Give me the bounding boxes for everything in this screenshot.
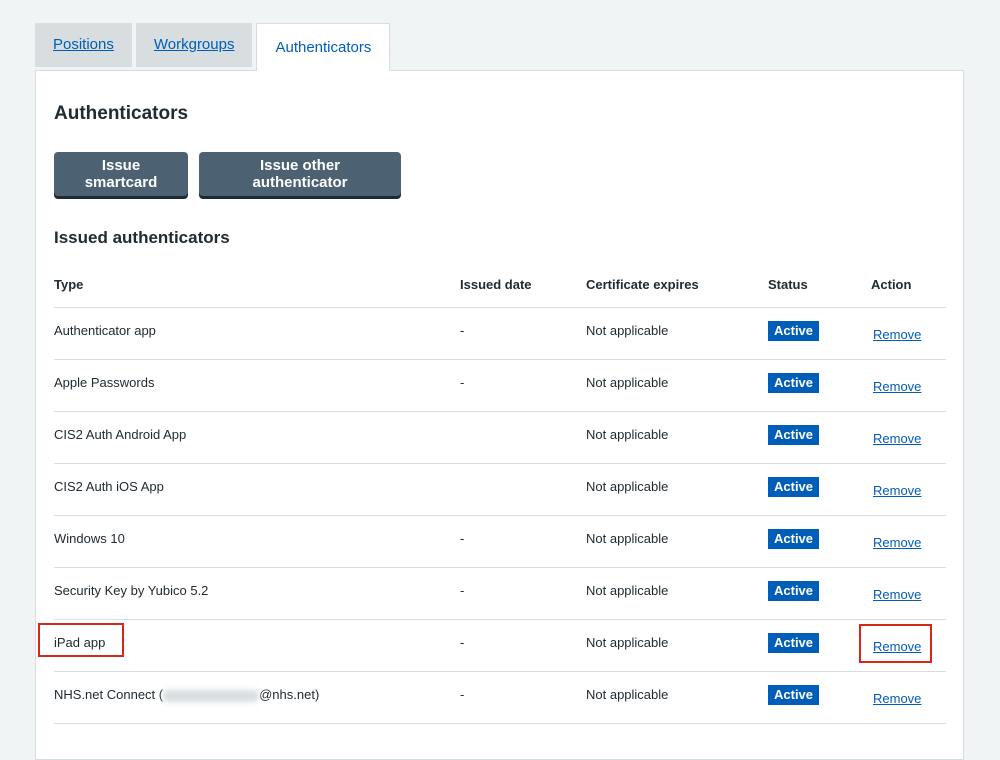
action-cell: Remove <box>871 583 946 602</box>
certificate-expires-cell: Not applicable <box>586 687 669 702</box>
page-title: Authenticators <box>54 103 189 124</box>
action-cell: Remove <box>871 479 946 498</box>
tab-authenticators[interactable]: Authenticators <box>256 23 391 71</box>
status-cell: Active <box>768 320 871 341</box>
type-cell: Authenticator app <box>54 323 156 338</box>
type-cell: Security Key by Yubico 5.2 <box>54 583 209 598</box>
certificate-expires-cell: Not applicable <box>586 479 669 494</box>
status-badge: Active <box>768 632 820 653</box>
remove-link[interactable]: Remove <box>873 327 921 342</box>
action-cell: Remove <box>871 375 946 394</box>
table-row: Security Key by Yubico 5.2 - Not applica… <box>54 568 946 620</box>
table-header: Type Issued date Certificate expires Sta… <box>54 261 946 308</box>
type-cell: CIS2 Auth iOS App <box>54 479 164 494</box>
header-action: Action <box>871 276 912 292</box>
issued-date-cell: - <box>460 531 465 546</box>
issue-smartcard-button[interactable]: Issue smartcard <box>54 152 188 196</box>
authenticators-panel: Authenticators Issue smartcard Issue oth… <box>35 70 964 760</box>
certificate-expires-cell: Not applicable <box>586 635 669 650</box>
action-cell: Remove <box>871 427 946 446</box>
type-prefix: NHS.net Connect ( <box>54 687 164 702</box>
remove-link[interactable]: Remove <box>873 379 921 394</box>
remove-link[interactable]: Remove <box>873 535 921 550</box>
action-cell: Remove <box>871 531 946 550</box>
status-badge: Active <box>768 476 820 497</box>
type-cell: iPad app <box>54 635 106 650</box>
table-row: CIS2 Auth Android App Not applicable Act… <box>54 412 946 464</box>
status-cell: Active <box>768 632 871 653</box>
authenticators-table: Type Issued date Certificate expires Sta… <box>54 261 946 724</box>
certificate-expires-cell: Not applicable <box>586 323 669 338</box>
status-badge: Active <box>768 684 820 705</box>
issued-date-cell: - <box>460 635 465 650</box>
action-cell: Remove <box>871 323 946 342</box>
issued-date-cell: - <box>460 375 465 390</box>
status-cell: Active <box>768 684 871 705</box>
tab-workgroups[interactable]: Workgroups <box>135 23 253 67</box>
remove-link[interactable]: Remove <box>873 639 921 654</box>
action-cell: Remove <box>871 687 946 706</box>
issued-date-cell: - <box>460 687 465 702</box>
header-status: Status <box>768 276 808 292</box>
status-badge: Active <box>768 320 820 341</box>
issued-date-cell: - <box>460 583 465 598</box>
remove-link[interactable]: Remove <box>873 691 921 706</box>
status-badge: Active <box>768 528 820 549</box>
status-badge: Active <box>768 372 820 393</box>
status-cell: Active <box>768 424 871 445</box>
redacted-email <box>163 689 260 702</box>
table-row: Windows 10 - Not applicable Active Remov… <box>54 516 946 568</box>
type-cell: Apple Passwords <box>54 375 155 390</box>
status-cell: Active <box>768 476 871 497</box>
action-cell: Remove <box>871 635 946 654</box>
status-badge: Active <box>768 580 820 601</box>
tab-bar: Positions Workgroups Authenticators <box>35 23 394 71</box>
certificate-expires-cell: Not applicable <box>586 375 669 390</box>
certificate-expires-cell: Not applicable <box>586 583 669 598</box>
remove-link[interactable]: Remove <box>873 431 921 446</box>
status-cell: Active <box>768 580 871 601</box>
certificate-expires-cell: Not applicable <box>586 531 669 546</box>
issued-date-cell: - <box>460 323 465 338</box>
type-suffix: @nhs.net) <box>259 687 320 702</box>
header-certificate-expires: Certificate expires <box>586 276 699 292</box>
header-type: Type <box>54 276 84 292</box>
type-cell: NHS.net Connect ( @nhs.net) <box>54 687 460 702</box>
header-issued-date: Issued date <box>460 276 532 292</box>
issued-authenticators-heading: Issued authenticators <box>54 228 230 247</box>
issue-other-authenticator-button[interactable]: Issue other authenticator <box>199 152 401 196</box>
table-row: Authenticator app - Not applicable Activ… <box>54 308 946 360</box>
status-cell: Active <box>768 528 871 549</box>
type-cell: CIS2 Auth Android App <box>54 427 187 442</box>
table-row: iPad app - Not applicable Active Remove <box>54 620 946 672</box>
table-row: Apple Passwords - Not applicable Active … <box>54 360 946 412</box>
status-badge: Active <box>768 424 820 445</box>
remove-link[interactable]: Remove <box>873 483 921 498</box>
table-row: NHS.net Connect ( @nhs.net) - Not applica… <box>54 672 946 724</box>
tab-positions[interactable]: Positions <box>35 23 132 67</box>
status-cell: Active <box>768 372 871 393</box>
remove-link[interactable]: Remove <box>873 587 921 602</box>
certificate-expires-cell: Not applicable <box>586 427 669 442</box>
type-cell: Windows 10 <box>54 531 125 546</box>
table-row: CIS2 Auth iOS App Not applicable Active … <box>54 464 946 516</box>
